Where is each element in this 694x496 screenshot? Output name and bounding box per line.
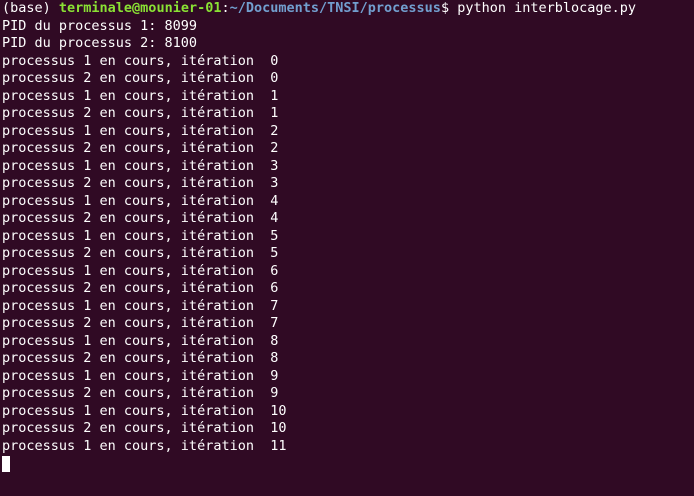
prompt-separator: : [221,0,230,16]
output-line: processus 2 en cours, itération 6 [2,280,279,296]
output-line: PID du processus 2: 8100 [2,35,198,51]
output-line: processus 1 en cours, itération 3 [2,157,279,174]
output-line: processus 1 en cours, itération 6 [2,262,279,279]
output-line: processus 1 en cours, itération 8 [2,332,279,349]
output-line: processus 1 en cours, itération 9 [2,367,279,384]
terminal-output: PID du processus 1: 8099 PID du processus… [2,18,694,456]
prompt-command: python interblocage.py [457,0,637,16]
output-line: processus 2 en cours, itération 0 [2,70,279,86]
output-line: processus 2 en cours, itération 7 [2,315,279,331]
prompt-line: (base) terminale@mounier-01:~/Documents/… [2,0,694,18]
output-line: processus 2 en cours, itération 2 [2,140,279,156]
output-line: PID du processus 1: 8099 [2,17,198,34]
prompt-symbol: $ [440,0,458,16]
output-line: processus 1 en cours, itération 10 [2,402,287,419]
output-line: processus 1 en cours, itération 7 [2,297,279,314]
output-line: processus 2 en cours, itération 3 [2,175,279,191]
output-line: processus 1 en cours, itération 4 [2,192,279,209]
prompt-env: (base) [2,0,59,16]
output-line: processus 2 en cours, itération 8 [2,350,279,366]
output-line: processus 1 en cours, itération 11 [2,437,287,454]
input-line[interactable] [2,455,694,473]
prompt-user-host: terminale@mounier-01 [58,0,222,16]
prompt-path: ~/Documents/TNSI/processus [229,0,441,16]
output-line: processus 2 en cours, itération 10 [2,420,287,436]
output-line: processus 2 en cours, itération 4 [2,210,279,226]
output-line: processus 1 en cours, itération 1 [2,87,279,104]
text-cursor [2,456,10,472]
output-line: processus 2 en cours, itération 9 [2,385,279,401]
output-line: processus 1 en cours, itération 0 [2,52,279,69]
output-line: processus 2 en cours, itération 5 [2,245,279,261]
output-line: processus 1 en cours, itération 5 [2,227,279,244]
output-line: processus 1 en cours, itération 2 [2,122,279,139]
terminal-window[interactable]: (base) terminale@mounier-01:~/Documents/… [0,0,694,496]
output-line: processus 2 en cours, itération 1 [2,105,279,121]
